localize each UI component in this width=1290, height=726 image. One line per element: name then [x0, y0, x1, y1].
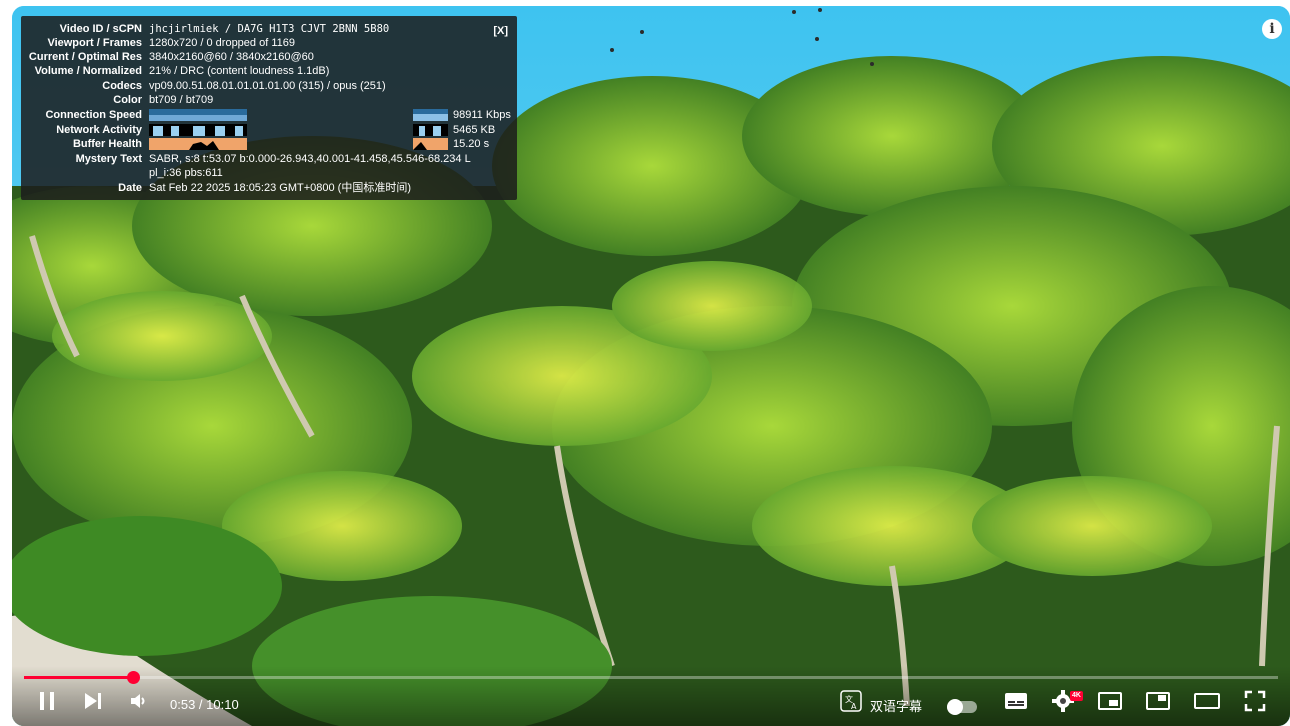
player-controls: 0:53 / 10:10 文 A 双语字幕 4K: [12, 666, 1290, 726]
miniplayer-icon[interactable]: [1098, 690, 1122, 712]
buffer-health-mini-graph: [413, 138, 448, 150]
translate-icon[interactable]: 文 A: [840, 690, 862, 712]
svg-text:A: A: [851, 702, 857, 711]
stats-row-connection-speed: Connection Speed 98911 Kbps: [45, 109, 511, 121]
video-player[interactable]: [X] Video ID / sCPN jhcjirlmiek / DA7G H…: [12, 6, 1290, 726]
network-activity-mini-graph: [413, 124, 448, 136]
progress-fill: [24, 676, 134, 679]
network-activity-graph: [149, 124, 247, 136]
bilingual-subtitle-label: 双语字幕: [870, 699, 923, 714]
progress-scrubber[interactable]: [127, 671, 141, 684]
stats-row-buffer-health: Buffer Health 15.20 s: [72, 138, 490, 150]
volume-icon[interactable]: [128, 690, 150, 712]
buffer-health-graph: [149, 138, 247, 150]
progress-bar[interactable]: [24, 671, 1278, 684]
theater-icon[interactable]: [1194, 690, 1220, 712]
pip-icon[interactable]: [1146, 690, 1170, 712]
connection-speed-mini-graph: [413, 109, 448, 121]
subtitles-icon[interactable]: [1004, 690, 1028, 712]
next-icon[interactable]: [82, 690, 104, 712]
info-icon[interactable]: i: [1262, 19, 1282, 39]
stats-row-network-activity: Network Activity 5465 KB: [56, 124, 496, 136]
stats-for-nerds-panel: [X] Video ID / sCPN jhcjirlmiek / DA7G H…: [21, 16, 517, 200]
toggle-knob: [947, 699, 963, 715]
quality-badge: 4K: [1070, 691, 1083, 701]
stats-close-button[interactable]: [X]: [493, 25, 508, 37]
bilingual-subtitle-toggle[interactable]: [947, 699, 977, 715]
pause-icon[interactable]: [36, 690, 58, 712]
time-display: 0:53 / 10:10: [170, 697, 239, 712]
fullscreen-icon[interactable]: [1244, 690, 1266, 712]
connection-speed-graph: [149, 109, 247, 121]
